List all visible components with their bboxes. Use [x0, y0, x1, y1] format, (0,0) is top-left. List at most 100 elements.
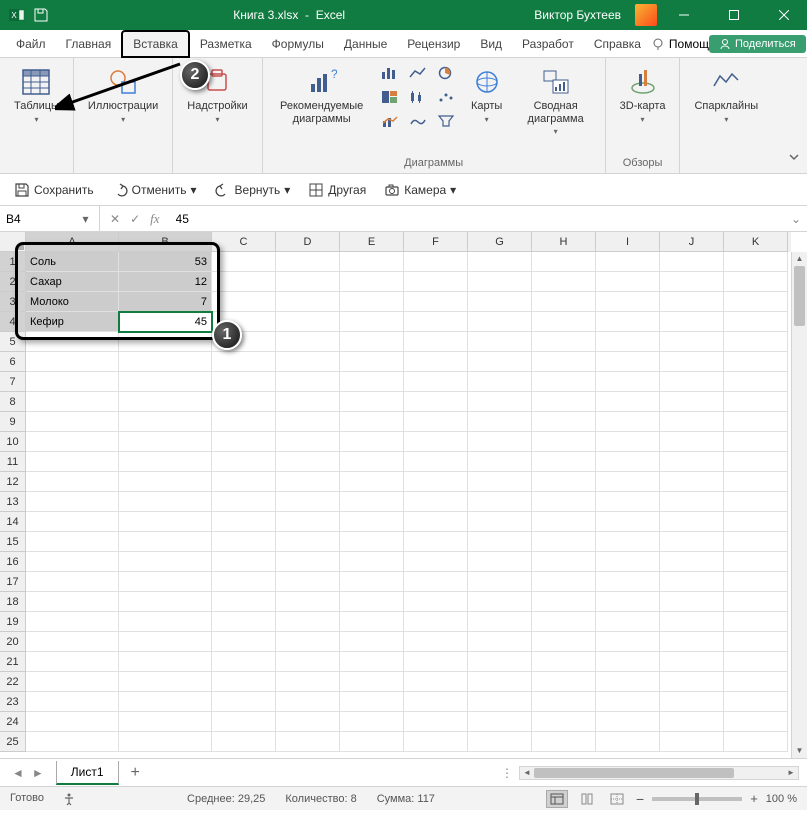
row-header-23[interactable]: 23	[0, 692, 26, 712]
cell[interactable]	[468, 652, 532, 672]
col-header-j[interactable]: J	[660, 232, 724, 252]
cell[interactable]	[660, 572, 724, 592]
cell[interactable]	[724, 272, 788, 292]
cell[interactable]	[660, 552, 724, 572]
cell[interactable]	[340, 712, 404, 732]
chart-funnel-button[interactable]	[433, 110, 459, 132]
cell[interactable]	[276, 472, 340, 492]
row-header-24[interactable]: 24	[0, 712, 26, 732]
cell[interactable]	[724, 432, 788, 452]
cell[interactable]	[532, 472, 596, 492]
cell[interactable]	[468, 732, 532, 752]
pivot-chart-button[interactable]: Сводная диаграмма ▾	[515, 62, 597, 140]
cell[interactable]	[468, 412, 532, 432]
cell[interactable]	[404, 512, 468, 532]
cell[interactable]	[660, 292, 724, 312]
col-header-i[interactable]: I	[596, 232, 660, 252]
cell[interactable]	[468, 592, 532, 612]
cell[interactable]	[119, 672, 212, 692]
cell[interactable]	[596, 252, 660, 272]
tab-layout[interactable]: Разметка	[190, 32, 262, 56]
cell[interactable]	[724, 332, 788, 352]
chart-surface-button[interactable]	[405, 110, 431, 132]
cell[interactable]	[660, 272, 724, 292]
chevron-down-icon[interactable]: ▾	[72, 212, 99, 226]
sheet-tab-1[interactable]: Лист1	[56, 761, 119, 785]
user-name[interactable]: Виктор Бухтеев	[528, 8, 627, 22]
cell[interactable]	[340, 492, 404, 512]
cell[interactable]	[660, 492, 724, 512]
cell[interactable]	[404, 632, 468, 652]
cell[interactable]	[404, 352, 468, 372]
cell-reference-input[interactable]	[0, 212, 72, 226]
cell[interactable]	[660, 672, 724, 692]
cell[interactable]	[404, 732, 468, 752]
cell[interactable]	[660, 612, 724, 632]
cell[interactable]	[276, 432, 340, 452]
cell[interactable]: Кефир	[26, 312, 119, 332]
h-scrollbar-thumb[interactable]	[534, 768, 734, 778]
cell[interactable]	[724, 672, 788, 692]
cell[interactable]	[212, 492, 276, 512]
cell[interactable]	[340, 652, 404, 672]
cell[interactable]	[596, 572, 660, 592]
cell[interactable]	[119, 492, 212, 512]
cell[interactable]	[276, 612, 340, 632]
cell[interactable]	[276, 672, 340, 692]
row-header-13[interactable]: 13	[0, 492, 26, 512]
cell[interactable]	[212, 692, 276, 712]
cell[interactable]	[340, 392, 404, 412]
cell[interactable]	[596, 592, 660, 612]
cell[interactable]: 12	[119, 272, 212, 292]
cell[interactable]	[532, 392, 596, 412]
chart-hier-button[interactable]	[377, 86, 403, 108]
cell[interactable]	[340, 632, 404, 652]
cell[interactable]: Молоко	[26, 292, 119, 312]
cell[interactable]	[212, 672, 276, 692]
col-header-e[interactable]: E	[340, 232, 404, 252]
cell[interactable]	[724, 512, 788, 532]
cell[interactable]	[660, 472, 724, 492]
cell[interactable]	[404, 552, 468, 572]
cell[interactable]	[724, 712, 788, 732]
cell[interactable]	[212, 452, 276, 472]
cell[interactable]	[212, 532, 276, 552]
cell[interactable]	[276, 552, 340, 572]
cell[interactable]	[26, 712, 119, 732]
cell[interactable]	[596, 612, 660, 632]
cell[interactable]	[26, 672, 119, 692]
cell[interactable]	[119, 632, 212, 652]
cell[interactable]	[532, 672, 596, 692]
cell[interactable]	[26, 572, 119, 592]
cell[interactable]	[212, 372, 276, 392]
cell[interactable]	[532, 552, 596, 572]
cell[interactable]	[532, 452, 596, 472]
view-normal-button[interactable]	[546, 790, 568, 808]
row-header-14[interactable]: 14	[0, 512, 26, 532]
cell[interactable]	[212, 432, 276, 452]
cell[interactable]	[724, 632, 788, 652]
cell[interactable]	[212, 412, 276, 432]
cell[interactable]	[404, 452, 468, 472]
cell[interactable]	[340, 692, 404, 712]
tab-insert[interactable]: Вставка	[121, 30, 190, 58]
cell[interactable]	[404, 312, 468, 332]
row-header-20[interactable]: 20	[0, 632, 26, 652]
cell[interactable]	[212, 572, 276, 592]
cell[interactable]	[660, 372, 724, 392]
cell[interactable]	[596, 412, 660, 432]
cell[interactable]	[532, 272, 596, 292]
cell[interactable]	[532, 532, 596, 552]
cell[interactable]	[596, 652, 660, 672]
cell[interactable]	[596, 472, 660, 492]
close-button[interactable]	[761, 0, 807, 30]
cell[interactable]	[532, 712, 596, 732]
sparklines-button[interactable]: Спарклайны ▾	[688, 62, 764, 128]
cell[interactable]	[404, 392, 468, 412]
cell[interactable]	[340, 532, 404, 552]
cell[interactable]	[468, 352, 532, 372]
cell[interactable]	[596, 352, 660, 372]
scrollbar-thumb[interactable]	[794, 266, 805, 326]
cell[interactable]	[119, 332, 212, 352]
cell[interactable]	[468, 472, 532, 492]
